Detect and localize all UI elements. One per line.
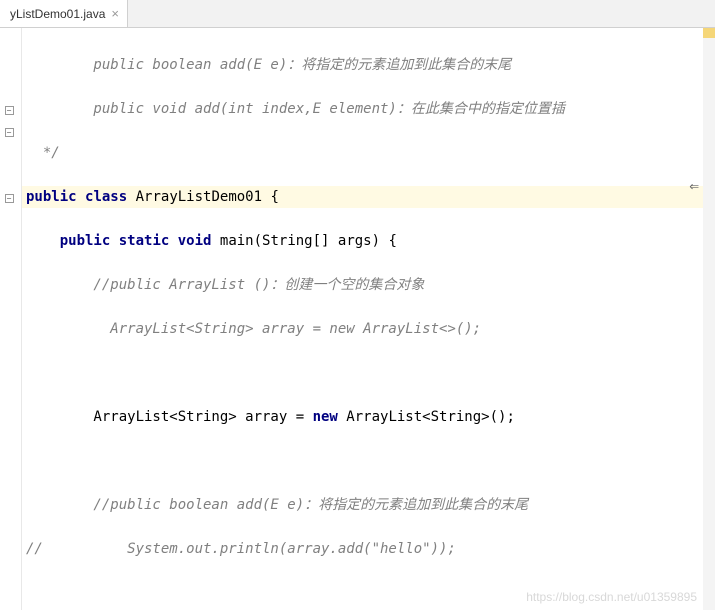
- close-icon[interactable]: ×: [111, 6, 119, 21]
- tab-bar: yListDemo01.java ×: [0, 0, 715, 28]
- fold-icon[interactable]: −: [3, 192, 15, 204]
- code-line: ArrayList<String> array = new ArrayList<…: [26, 406, 715, 428]
- error-stripe[interactable]: [703, 28, 715, 610]
- code-line: [26, 450, 715, 472]
- code-line: ArrayList<String> array = new ArrayList<…: [26, 318, 715, 340]
- editor[interactable]: − − − public boolean add(E e)：将指定的元素追加到此…: [0, 28, 715, 610]
- back-arrow-icon[interactable]: ⇐: [689, 176, 699, 195]
- code-area[interactable]: public boolean add(E e)：将指定的元素追加到此集合的末尾 …: [22, 28, 715, 610]
- code-line: public void add(int index,E element)：在此集…: [26, 98, 715, 120]
- fold-icon[interactable]: −: [3, 126, 15, 138]
- file-tab[interactable]: yListDemo01.java ×: [0, 0, 128, 27]
- code-line: //public boolean add(E e)：将指定的元素追加到此集合的末…: [26, 494, 715, 516]
- code-line: [26, 362, 715, 384]
- code-line: public static void main(String[] args) {: [26, 230, 715, 252]
- code-line: //public ArrayList ()：创建一个空的集合对象: [26, 274, 715, 296]
- code-line: public boolean add(E e)：将指定的元素追加到此集合的末尾: [26, 54, 715, 76]
- warning-marker[interactable]: [703, 28, 715, 38]
- code-line: */: [26, 142, 715, 164]
- watermark: https://blog.csdn.net/u01359895: [526, 590, 697, 604]
- code-line: // System.out.println(array.add("hello")…: [26, 538, 715, 560]
- gutter: − − −: [0, 28, 22, 610]
- fold-icon[interactable]: −: [3, 104, 15, 116]
- code-line: public class ArrayListDemo01 {: [22, 186, 715, 208]
- tab-label: yListDemo01.java: [10, 7, 105, 21]
